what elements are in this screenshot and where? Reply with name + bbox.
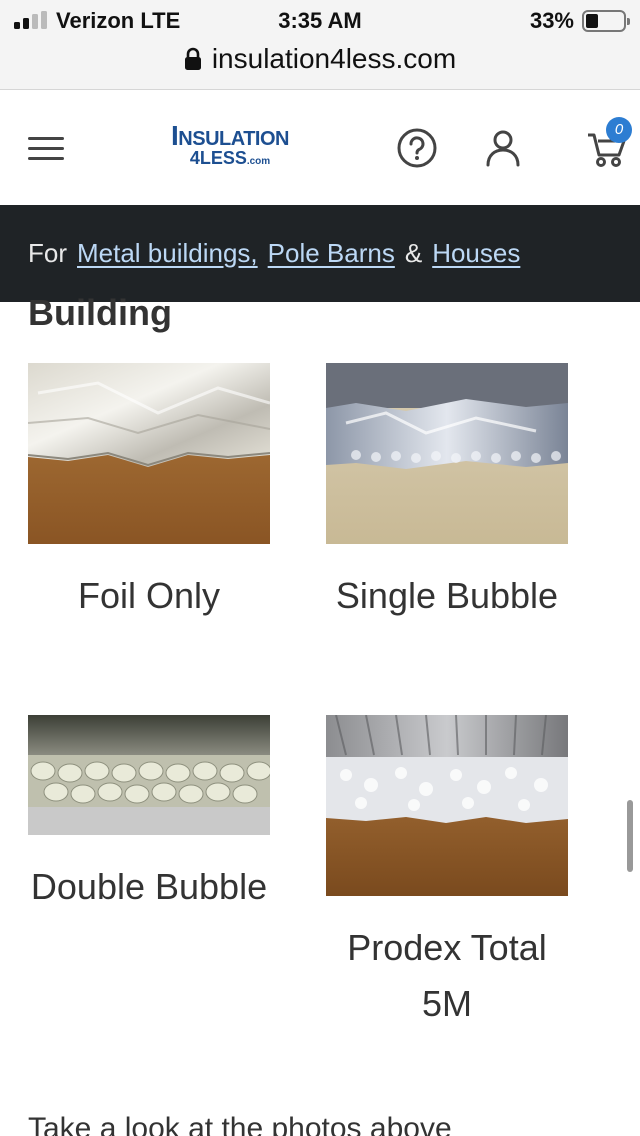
product-card-single-bubble[interactable]: Single Bubble [326, 363, 568, 624]
product-name[interactable]: Double Bubble [28, 859, 270, 915]
banner-prefix: For [28, 238, 67, 268]
help-icon[interactable] [396, 127, 438, 169]
houses-link[interactable]: Houses [432, 238, 520, 269]
site-header: Insulation 4LESS.com 0 [0, 91, 640, 205]
logo-text-top: Insulation [171, 120, 289, 151]
foil-photo[interactable] [28, 363, 270, 544]
building-type-banner: For Metal buildings, Pole Barns & Houses [0, 205, 640, 302]
metal-buildings-link[interactable]: Metal buildings, [77, 238, 258, 269]
logo-text-bottom: 4LESS.com [189, 148, 271, 168]
pole-barns-link[interactable]: Pole Barns [268, 238, 395, 269]
description-text: Take a look at the photos above [28, 1112, 452, 1136]
double-bubble-photo[interactable] [28, 715, 270, 835]
product-name[interactable]: Single Bubble [326, 568, 568, 624]
url-text[interactable]: insulation4less.com [212, 43, 456, 75]
lock-icon [184, 47, 201, 70]
single-bubble-photo[interactable] [326, 363, 568, 544]
product-card-double-bubble[interactable]: Double Bubble [28, 715, 270, 915]
site-logo[interactable]: Insulation 4LESS.com [150, 120, 310, 171]
cart-count-badge: 0 [606, 117, 632, 143]
product-card-prodex-total-5m[interactable]: Prodex Total 5M [326, 715, 568, 1032]
banner-ampersand: & [404, 238, 423, 268]
address-bar[interactable]: insulation4less.com [0, 40, 640, 90]
prodex-photo[interactable] [326, 715, 568, 896]
product-card-foil-only[interactable]: Foil Only [28, 363, 270, 624]
section-heading: Building [28, 292, 172, 333]
account-icon[interactable] [482, 127, 524, 169]
battery-level-fill [586, 14, 598, 28]
cart-button[interactable]: 0 [586, 117, 632, 169]
product-name[interactable]: Foil Only [28, 568, 270, 624]
battery-icon [582, 10, 630, 32]
battery-percent: 33% [529, 8, 574, 33]
page-scrollbar[interactable] [627, 800, 633, 872]
product-name[interactable]: Prodex Total 5M [326, 920, 568, 1032]
status-bar: Verizon LTE 3:35 AM 33% [0, 0, 640, 40]
menu-icon[interactable] [28, 137, 64, 161]
